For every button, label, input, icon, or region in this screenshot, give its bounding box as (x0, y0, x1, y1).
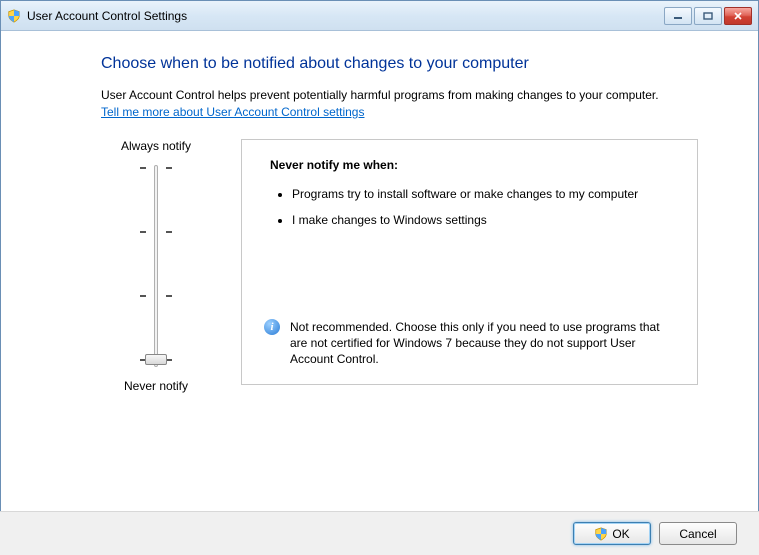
slider-bottom-label: Never notify (101, 379, 211, 393)
description-text: User Account Control helps prevent poten… (101, 87, 698, 121)
shield-icon (594, 527, 608, 541)
ok-button-label: OK (612, 527, 629, 541)
panel-bullet: I make changes to Windows settings (292, 212, 669, 228)
slider-track[interactable] (126, 161, 186, 371)
shield-icon (7, 9, 21, 23)
slider-thumb[interactable] (145, 354, 167, 365)
cancel-button-label: Cancel (679, 527, 716, 541)
learn-more-link[interactable]: Tell me more about User Account Control … (101, 105, 364, 119)
ok-button[interactable]: OK (573, 522, 651, 545)
panel-title: Never notify me when: (270, 158, 669, 172)
slider-top-label: Always notify (101, 139, 211, 153)
title-bar: User Account Control Settings (1, 1, 758, 31)
close-button[interactable] (724, 7, 752, 25)
minimize-button[interactable] (664, 7, 692, 25)
footer-bar: OK Cancel (0, 511, 759, 555)
window-title: User Account Control Settings (27, 9, 187, 23)
panel-bullet: Programs try to install software or make… (292, 186, 669, 202)
panel-bullet-list: Programs try to install software or make… (270, 186, 669, 228)
description-line: User Account Control helps prevent poten… (101, 88, 659, 102)
maximize-button[interactable] (694, 7, 722, 25)
page-heading: Choose when to be notified about changes… (101, 55, 698, 73)
cancel-button[interactable]: Cancel (659, 522, 737, 545)
notification-slider: Always notify Never notify (101, 139, 211, 393)
setting-description-panel: Never notify me when: Programs try to in… (241, 139, 698, 385)
info-icon: i (264, 319, 280, 335)
content-area: Choose when to be notified about changes… (1, 31, 758, 511)
recommendation-text: Not recommended. Choose this only if you… (290, 319, 675, 368)
